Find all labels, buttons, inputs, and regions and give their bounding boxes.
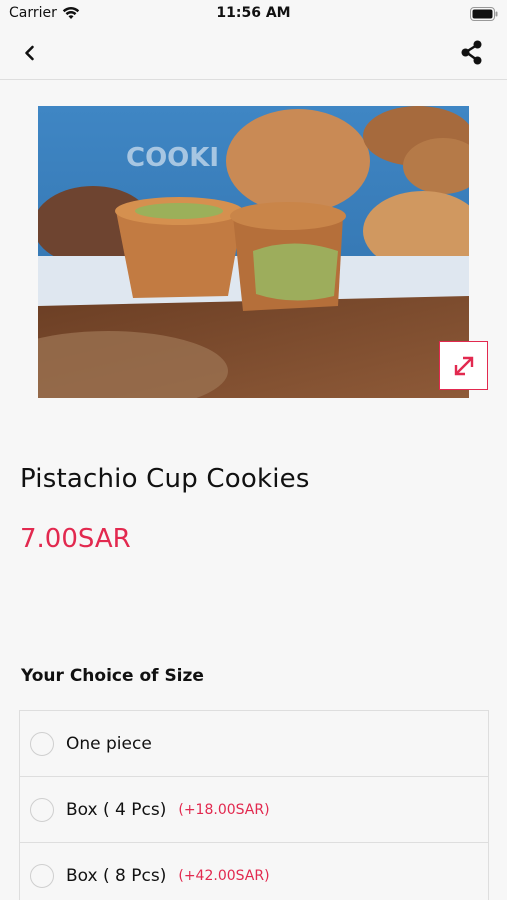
option-label: One piece: [66, 733, 152, 754]
size-section-title: Your Choice of Size: [21, 666, 204, 686]
product-photo: COOKI: [38, 106, 469, 398]
share-button[interactable]: [457, 38, 487, 68]
size-options-list: One piece Box ( 4 Pcs) (+18.00SAR) Box (…: [19, 710, 489, 900]
svg-text:COOKI: COOKI: [126, 143, 219, 173]
option-price-extra: (+42.00SAR): [178, 868, 270, 884]
product-image[interactable]: COOKI: [38, 106, 469, 398]
size-option-one-piece[interactable]: One piece: [20, 711, 488, 777]
option-price-extra: (+18.00SAR): [178, 801, 270, 818]
back-button[interactable]: [18, 40, 46, 68]
chevron-left-icon: [25, 45, 34, 61]
radio-button[interactable]: [30, 731, 54, 756]
option-label: Box ( 4 Pcs): [66, 799, 167, 820]
product-title: Pistachio Cup Cookies: [20, 464, 310, 494]
product-price: 7.00SAR: [20, 524, 131, 554]
size-option-box-4[interactable]: Box ( 4 Pcs) (+18.00SAR): [20, 777, 488, 843]
expand-image-button[interactable]: [439, 341, 488, 390]
status-bar: Carrier 11:56 AM: [0, 0, 507, 28]
share-icon: [461, 40, 482, 65]
radio-button[interactable]: [30, 864, 54, 888]
size-option-box-8[interactable]: Box ( 8 Pcs) (+42.00SAR): [20, 843, 488, 900]
option-label: Box ( 8 Pcs): [66, 866, 167, 886]
radio-button[interactable]: [30, 797, 54, 822]
expand-icon: [454, 356, 473, 375]
battery-icon: [470, 6, 498, 25]
clock: 11:56 AM: [216, 5, 291, 21]
navigation-bar: [0, 28, 507, 80]
